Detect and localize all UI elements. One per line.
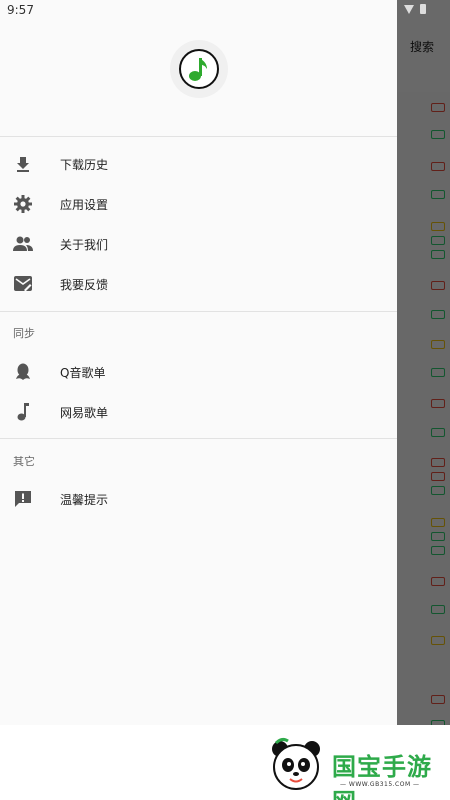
download-icon (13, 154, 33, 174)
menu-item-label: 关于我们 (60, 237, 109, 252)
menu-item-label: 我要反馈 (60, 277, 109, 292)
menu-item-qq-playlist[interactable]: Q音歌单 (0, 352, 397, 392)
drawer-header (0, 0, 397, 137)
watermark-brand: 国宝手游网 (332, 753, 432, 800)
menu-item-label: 网易歌单 (60, 405, 109, 420)
qq-penguin-icon (13, 362, 33, 382)
menu-item-tips[interactable]: 温馨提示 (0, 479, 397, 519)
menu-item-label: 下载历史 (60, 157, 109, 172)
menu-item-netease-playlist[interactable]: 网易歌单 (0, 392, 397, 432)
battery-icon (420, 4, 426, 14)
wifi-icon (404, 4, 414, 14)
panda-logo-icon (268, 737, 324, 793)
app-logo (170, 40, 228, 98)
status-icons (404, 4, 426, 14)
menu-item-label: 应用设置 (60, 197, 109, 212)
music-logo-icon (179, 49, 219, 89)
menu-item-label: Q音歌单 (60, 365, 106, 380)
alert-icon (13, 489, 33, 509)
music-note-icon (13, 402, 33, 422)
status-time: 9:57 (7, 3, 34, 17)
menu-item-feedback[interactable]: 我要反馈 (0, 264, 397, 304)
divider (0, 311, 397, 312)
watermark-footer: 国宝手游网 — WWW.GB315.COM — (0, 725, 450, 800)
menu-item-label: 温馨提示 (60, 492, 109, 507)
section-header-sync: 同步 (13, 327, 35, 340)
menu-item-download-history[interactable]: 下载历史 (0, 144, 397, 184)
watermark-url: — WWW.GB315.COM — (340, 781, 420, 788)
gear-icon (13, 194, 33, 214)
people-icon (13, 234, 33, 254)
section-header-other: 其它 (13, 455, 35, 468)
menu-item-app-settings[interactable]: 应用设置 (0, 184, 397, 224)
status-bar: 9:57 (0, 0, 450, 20)
navigation-drawer: 下载历史 应用设置 关于我们 我要反馈 同步 Q音歌单 网易歌单 其它 温馨提示 (0, 0, 397, 800)
feedback-icon (13, 274, 33, 294)
divider (0, 438, 397, 439)
menu-item-about-us[interactable]: 关于我们 (0, 224, 397, 264)
